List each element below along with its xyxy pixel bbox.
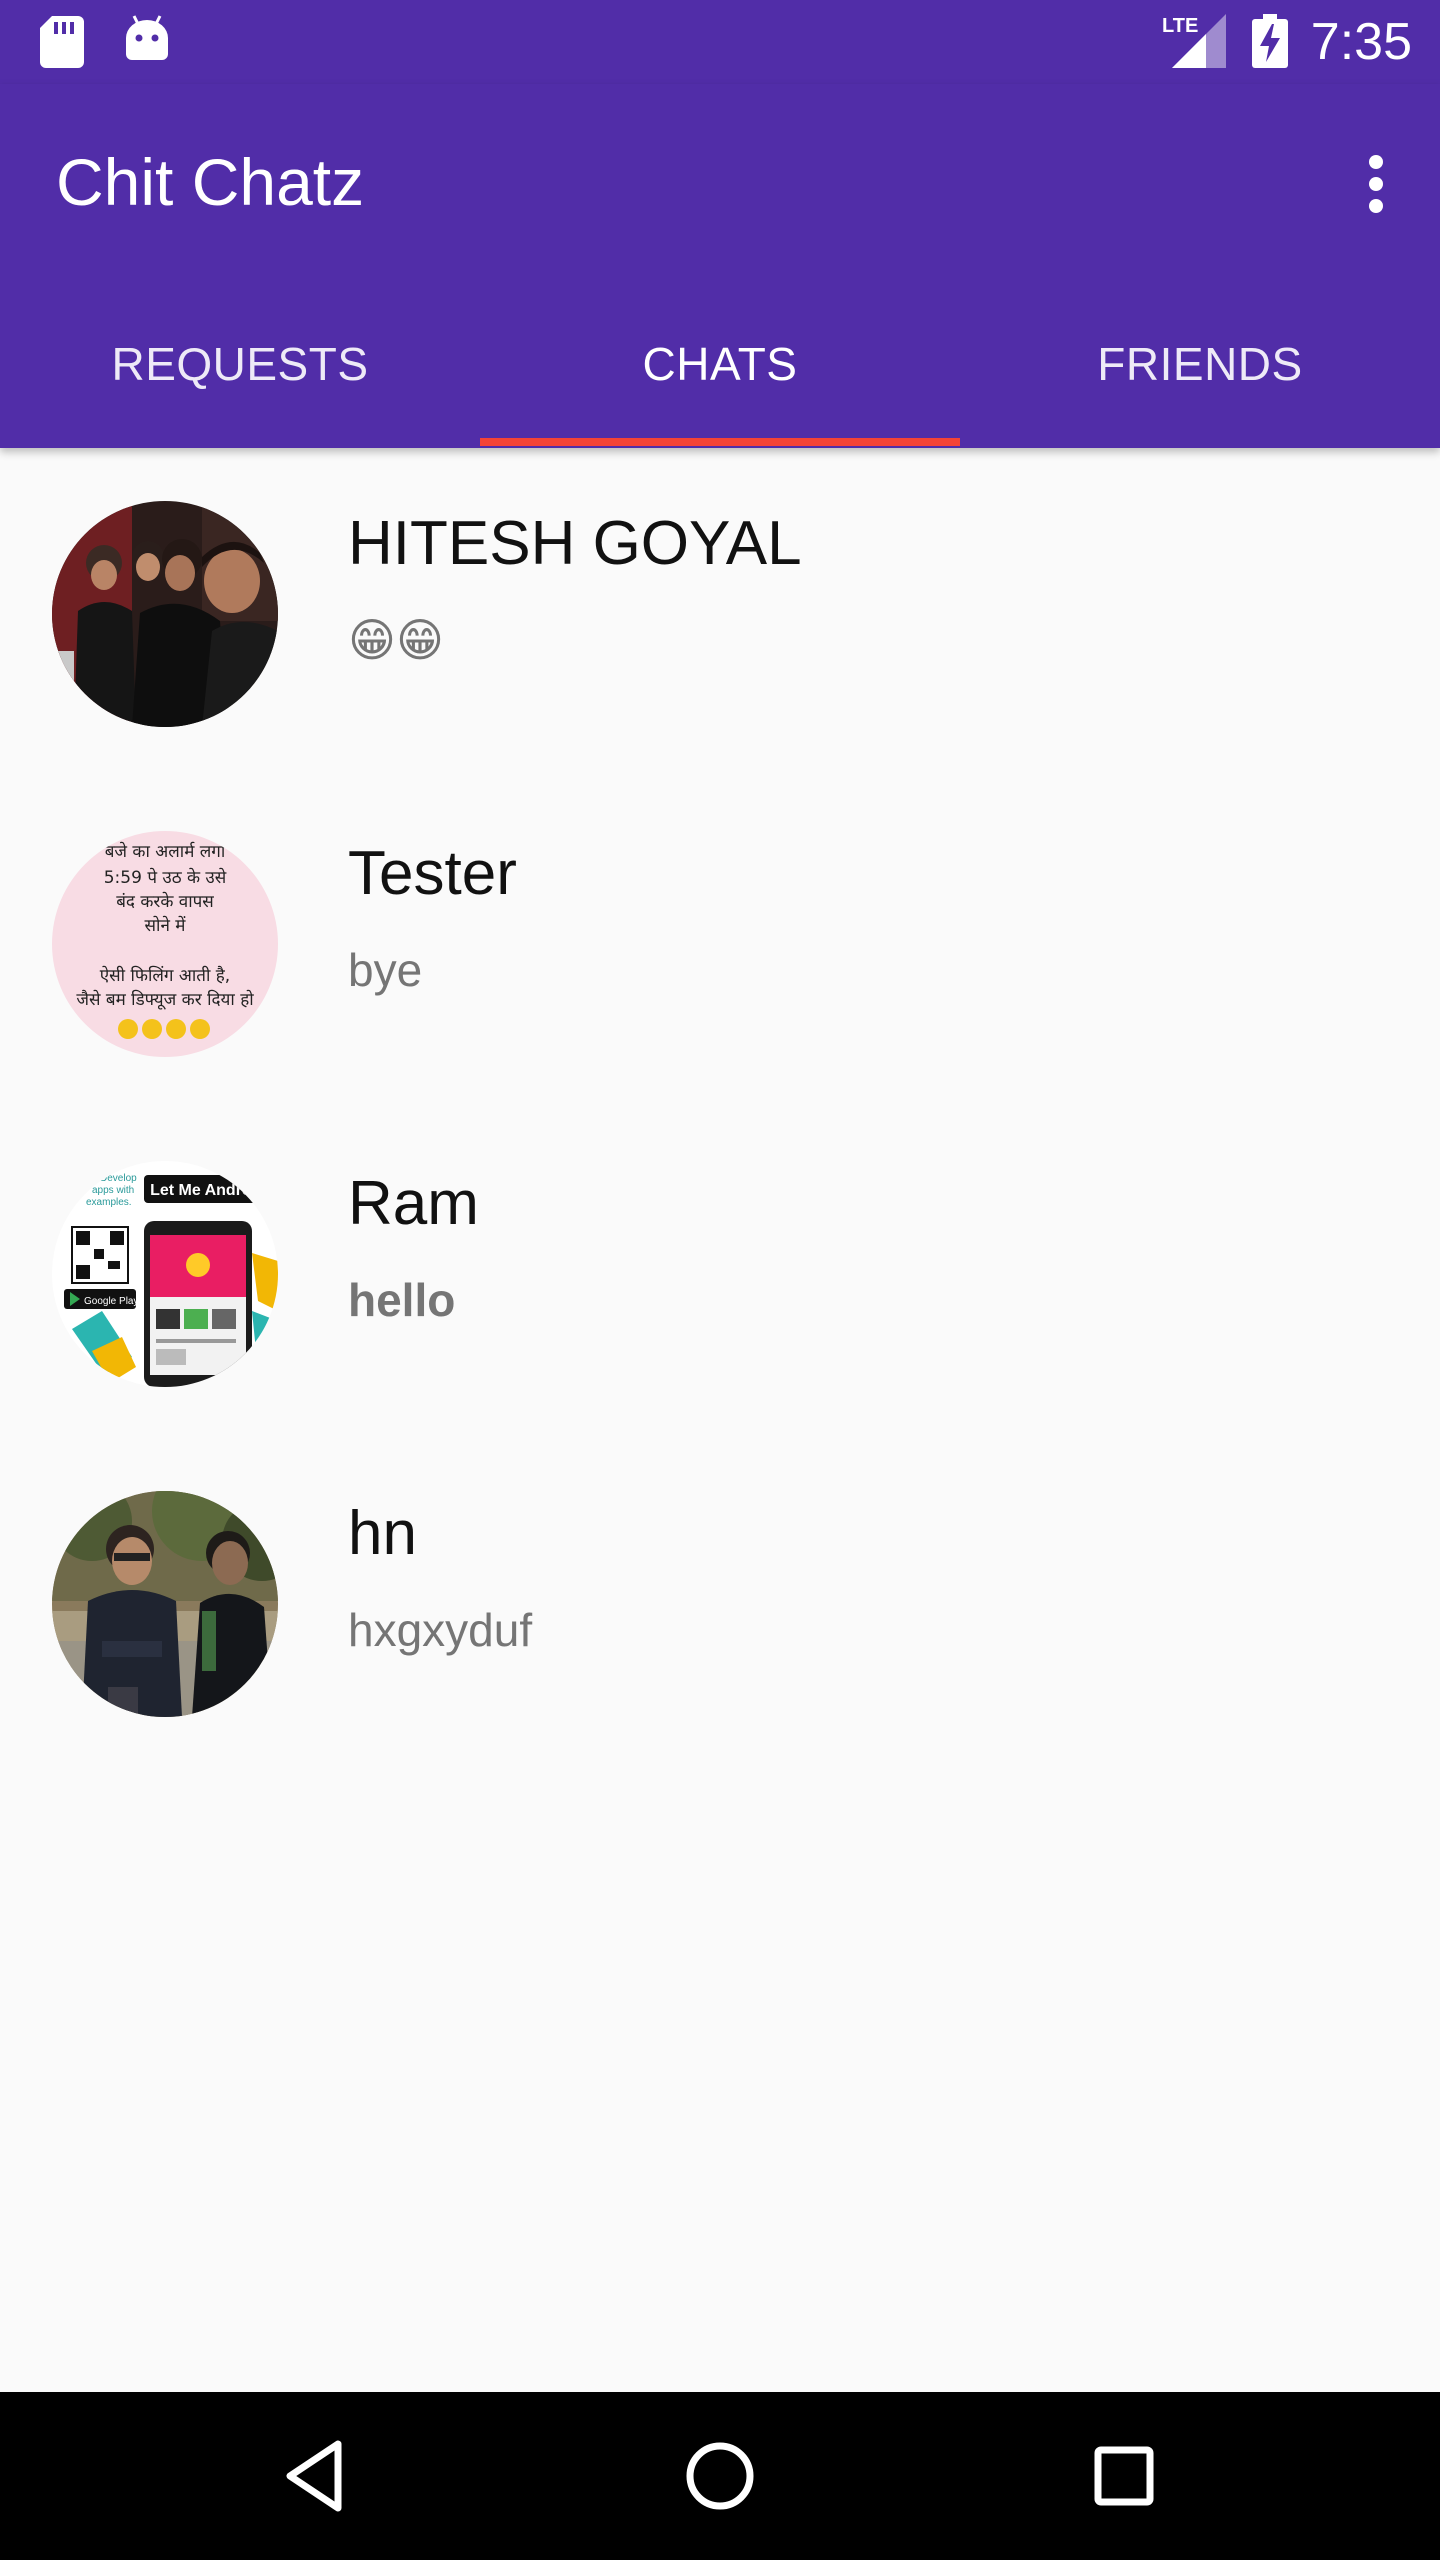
avatar-text-line: Google Play (84, 1296, 138, 1307)
chat-last-message: bye (348, 944, 423, 996)
chat-name: hn (348, 1499, 417, 1568)
avatar-text-line: जैसे बम डिफ्यूज कर दिया हो (76, 989, 254, 1010)
chat-name: HITESH GOYAL (348, 509, 802, 578)
app-bar: Chit Chatz REQUESTS CHATS FRIENDS (0, 84, 1440, 448)
tab-chats-label: CHATS (642, 338, 798, 390)
avatar[interactable] (52, 1491, 278, 1717)
chat-item-tester[interactable]: बजे का अलार्म लगा 5:59 पे उठ के उसे बंद … (0, 778, 1440, 1108)
tab-requests-label: REQUESTS (111, 338, 369, 390)
avatar-text-line: examples. (86, 1197, 132, 1208)
more-options-button[interactable] (1342, 144, 1410, 224)
app-title: Chit Chatz (56, 145, 365, 219)
status-bar: LTE 7:35 (0, 0, 1440, 84)
chat-name: Ram (348, 1169, 479, 1238)
tab-indicator (480, 438, 960, 446)
avatar[interactable]: Let Me Android Develop apps with example… (52, 1161, 278, 1387)
battery-charging-icon (1252, 14, 1288, 68)
home-icon[interactable] (680, 2436, 760, 2516)
tab-bar: REQUESTS CHATS FRIENDS (0, 280, 1440, 448)
android-icon (126, 15, 168, 60)
lte-label: LTE (1162, 15, 1198, 37)
chat-item-ram[interactable]: Let Me Android Develop apps with example… (0, 1108, 1440, 1438)
back-icon[interactable] (276, 2436, 356, 2516)
chat-name: Tester (348, 839, 517, 908)
chat-item-hn[interactable]: hn hxgxyduf (0, 1438, 1440, 1768)
avatar-text-line: सोने में (145, 915, 187, 936)
chat-last-message: hxgxyduf (348, 1604, 533, 1656)
tab-friends[interactable]: FRIENDS (960, 280, 1440, 448)
tab-requests[interactable]: REQUESTS (0, 280, 480, 448)
recents-icon[interactable] (1084, 2436, 1164, 2516)
lte-signal-icon: LTE (1162, 14, 1226, 68)
tab-friends-label: FRIENDS (1097, 338, 1303, 390)
more-vert-icon (1369, 155, 1383, 213)
avatar[interactable] (52, 501, 278, 727)
status-time: 7:35 (1310, 13, 1412, 71)
chat-last-message: hello (348, 1274, 456, 1326)
avatar-text-line: apps with (92, 1185, 134, 1196)
avatar-text-line: ऐसी फिलिंग आती है, (100, 965, 230, 986)
tab-chats[interactable]: CHATS (480, 280, 960, 448)
chat-last-message: 😁😁 (348, 614, 444, 666)
sd-card-icon (40, 16, 84, 68)
avatar-logo-text: Let Me Android (150, 1182, 266, 1199)
avatar-text-line: 5:59 पे उठ के उसे (104, 867, 227, 888)
avatar[interactable]: बजे का अलार्म लगा 5:59 पे उठ के उसे बंद … (52, 831, 278, 1057)
chat-item-hitesh-goyal[interactable]: HITESH GOYAL 😁😁 (0, 448, 1440, 778)
navigation-bar (0, 2392, 1440, 2560)
avatar-text-line: बजे का अलार्म लगा (105, 841, 226, 862)
avatar-text-line: Develop (100, 1173, 137, 1184)
avatar-text-line: बंद करके वापस (116, 891, 214, 912)
